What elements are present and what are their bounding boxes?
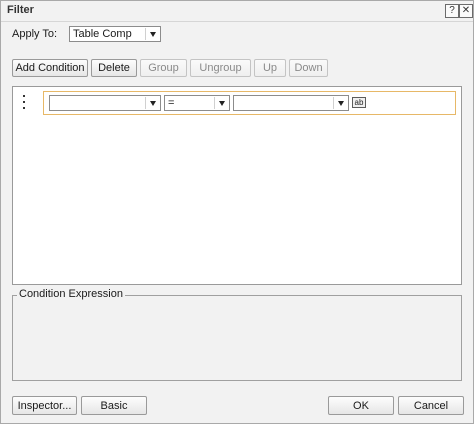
ok-button[interactable]: OK	[328, 396, 394, 415]
filter-dialog: Filter ? ✕ Apply To: Table Comp Add Cond…	[0, 0, 474, 424]
field-select[interactable]	[49, 95, 161, 111]
delete-button[interactable]: Delete	[91, 59, 137, 77]
help-icon[interactable]: ?	[445, 4, 459, 18]
add-condition-button[interactable]: Add Condition	[12, 59, 88, 77]
chevron-down-icon[interactable]	[145, 97, 159, 109]
chevron-down-icon[interactable]	[214, 97, 228, 109]
chevron-down-icon[interactable]	[333, 97, 347, 109]
drag-handle-icon[interactable]	[22, 95, 26, 109]
operator-value: =	[168, 97, 175, 109]
dialog-title: Filter	[7, 4, 34, 16]
operand-select[interactable]	[233, 95, 349, 111]
apply-to-value: Table Comp	[73, 28, 132, 40]
title-bar: Filter ? ✕	[1, 1, 473, 22]
condition-expression-legend: Condition Expression	[17, 288, 125, 300]
condition-list-panel: = ab	[12, 86, 462, 285]
ungroup-button[interactable]: Ungroup	[190, 59, 251, 77]
close-icon[interactable]: ✕	[459, 4, 473, 18]
condition-expression-group: Condition Expression	[12, 288, 462, 381]
chevron-down-icon[interactable]	[145, 28, 159, 40]
inspector-button[interactable]: Inspector...	[12, 396, 77, 415]
up-button[interactable]: Up	[254, 59, 286, 77]
operator-select[interactable]: =	[164, 95, 230, 111]
condition-expression-text	[14, 303, 460, 379]
value-type-icon[interactable]: ab	[352, 97, 366, 108]
condition-row[interactable]: = ab	[43, 91, 456, 115]
down-button[interactable]: Down	[289, 59, 328, 77]
cancel-button[interactable]: Cancel	[398, 396, 464, 415]
apply-to-label: Apply To:	[12, 28, 58, 40]
basic-button[interactable]: Basic	[81, 396, 147, 415]
apply-to-select[interactable]: Table Comp	[69, 26, 161, 42]
group-button[interactable]: Group	[140, 59, 187, 77]
